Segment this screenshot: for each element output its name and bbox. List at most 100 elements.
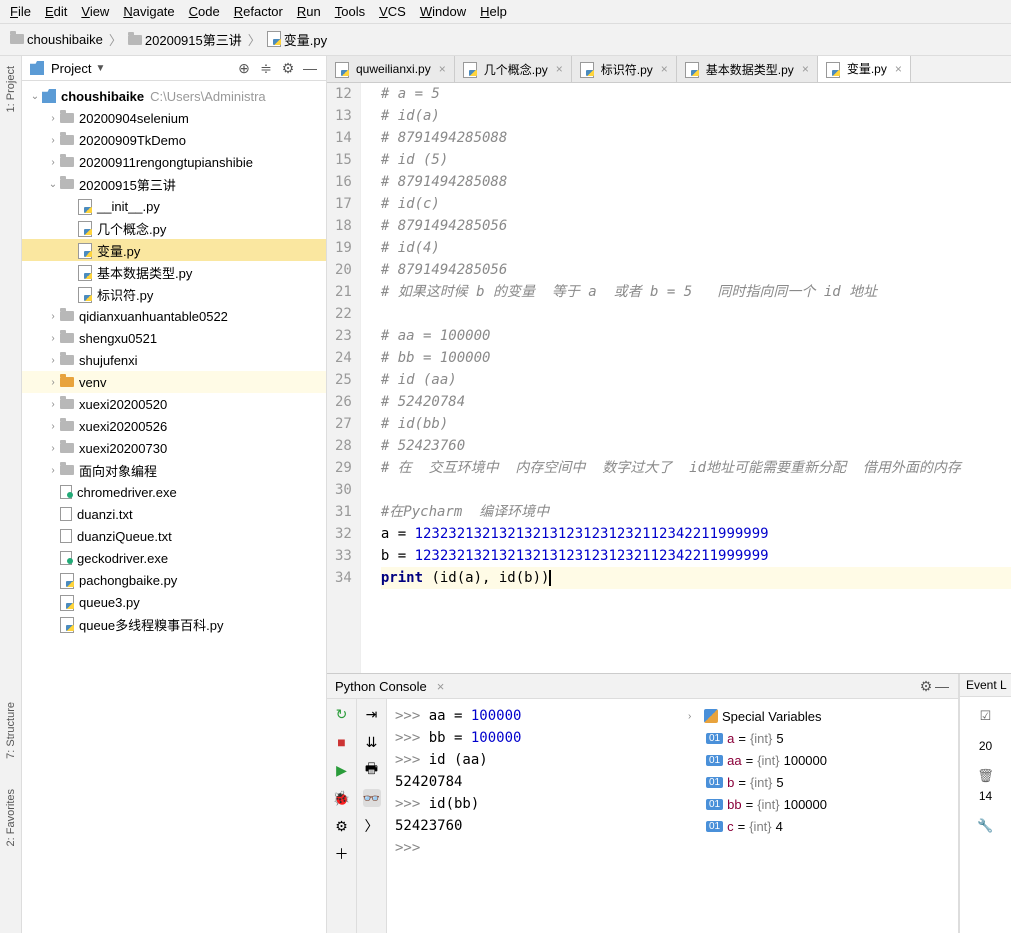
- code-line[interactable]: b = 123232132132132131231231232112342211…: [381, 545, 1011, 567]
- code-line[interactable]: # id (aa): [381, 369, 1011, 391]
- code-line[interactable]: # bb = 100000: [381, 347, 1011, 369]
- sidebar-tab-favorites[interactable]: 2: Favorites: [5, 789, 17, 846]
- wrap-icon[interactable]: ⇥: [363, 705, 381, 723]
- editor-tab[interactable]: quweilianxi.py×: [327, 56, 455, 82]
- trash-icon[interactable]: 🗑: [977, 767, 995, 785]
- tree-item[interactable]: 基本数据类型.py: [22, 261, 326, 283]
- tree-item[interactable]: ›20200904selenium: [22, 107, 326, 129]
- menu-vcs[interactable]: VCS: [379, 4, 406, 19]
- code-line[interactable]: # 8791494285088: [381, 127, 1011, 149]
- variable-row[interactable]: 01 aa = {int} 100000: [682, 749, 954, 771]
- tree-item[interactable]: 标识符.py: [22, 283, 326, 305]
- menu-view[interactable]: View: [81, 4, 109, 19]
- menu-code[interactable]: Code: [189, 4, 220, 19]
- history-icon[interactable]: 〉: [363, 817, 381, 835]
- close-icon[interactable]: ×: [895, 62, 902, 76]
- variable-row[interactable]: 01 b = {int} 5: [682, 771, 954, 793]
- code-line[interactable]: # aa = 100000: [381, 325, 1011, 347]
- menu-edit[interactable]: Edit: [45, 4, 67, 19]
- variable-row[interactable]: 01 c = {int} 4: [682, 815, 954, 837]
- code-line[interactable]: [381, 303, 1011, 325]
- tree-item[interactable]: ⌄choushibaikeC:\Users\Administra: [22, 85, 326, 107]
- close-icon[interactable]: ×: [802, 62, 809, 76]
- code-line[interactable]: # id(c): [381, 193, 1011, 215]
- tree-item[interactable]: duanzi.txt: [22, 503, 326, 525]
- breadcrumb-file[interactable]: 变量.py: [267, 30, 327, 49]
- tree-item[interactable]: __init__.py: [22, 195, 326, 217]
- hide-icon[interactable]: —: [934, 678, 950, 694]
- glasses-icon[interactable]: 👓: [363, 789, 381, 807]
- wrench-icon[interactable]: 🔧: [977, 817, 995, 835]
- hide-icon[interactable]: —: [302, 60, 318, 76]
- tree-item[interactable]: ›20200911rengongtupianshibie: [22, 151, 326, 173]
- breadcrumb-folder[interactable]: 20200915第三讲: [128, 30, 242, 49]
- menu-navigate[interactable]: Navigate: [123, 4, 174, 19]
- menu-run[interactable]: Run: [297, 4, 321, 19]
- tree-item[interactable]: ›shengxu0521: [22, 327, 326, 349]
- tree-item[interactable]: ›shujufenxi: [22, 349, 326, 371]
- code-line[interactable]: [381, 479, 1011, 501]
- settings-icon[interactable]: ⚙: [333, 817, 351, 835]
- console-line[interactable]: 52423760: [395, 815, 670, 837]
- code-line[interactable]: print (id(a), id(b)): [381, 567, 1011, 589]
- scroll-icon[interactable]: ⇊: [363, 733, 381, 751]
- tree-item[interactable]: ›xuexi20200520: [22, 393, 326, 415]
- tree-item[interactable]: 变量.py: [22, 239, 326, 261]
- code-line[interactable]: # id(a): [381, 105, 1011, 127]
- variable-row[interactable]: 01 bb = {int} 100000: [682, 793, 954, 815]
- run-icon[interactable]: ▶: [333, 761, 351, 779]
- menu-help[interactable]: Help: [480, 4, 507, 19]
- project-panel-title[interactable]: Project: [51, 61, 91, 76]
- console-line[interactable]: 52420784: [395, 771, 670, 793]
- menu-tools[interactable]: Tools: [335, 4, 365, 19]
- rerun-icon[interactable]: ↻: [333, 705, 351, 723]
- tree-item[interactable]: ›xuexi20200730: [22, 437, 326, 459]
- check-icon[interactable]: ☑: [977, 707, 995, 725]
- code-line[interactable]: # 8791494285088: [381, 171, 1011, 193]
- sidebar-tab-structure[interactable]: 7: Structure: [5, 702, 17, 759]
- tree-item[interactable]: ›qidianxuanhuantable0522: [22, 305, 326, 327]
- console-output[interactable]: >>> aa = 100000>>> bb = 100000>>> id (aa…: [387, 699, 678, 933]
- editor-tab[interactable]: 基本数据类型.py×: [677, 56, 818, 82]
- code-line[interactable]: # 52423760: [381, 435, 1011, 457]
- menu-window[interactable]: Window: [420, 4, 466, 19]
- add-icon[interactable]: ＋: [333, 845, 351, 863]
- tree-item[interactable]: 几个概念.py: [22, 217, 326, 239]
- code-line[interactable]: # 8791494285056: [381, 215, 1011, 237]
- console-line[interactable]: >>> id(bb): [395, 793, 670, 815]
- project-tree[interactable]: ⌄choushibaikeC:\Users\Administra›2020090…: [22, 81, 326, 933]
- code-line[interactable]: # id(4): [381, 237, 1011, 259]
- chevron-down-icon[interactable]: ▼: [95, 63, 105, 74]
- special-variables-header[interactable]: ›Special Variables: [682, 705, 954, 727]
- console-title[interactable]: Python Console: [335, 679, 427, 694]
- debug-icon[interactable]: 🐞: [333, 789, 351, 807]
- tree-item[interactable]: queue3.py: [22, 591, 326, 613]
- gear-icon[interactable]: ⚙: [918, 678, 934, 694]
- tree-item[interactable]: chromedriver.exe: [22, 481, 326, 503]
- close-icon[interactable]: ×: [661, 62, 668, 76]
- stop-icon[interactable]: ■: [333, 733, 351, 751]
- code-line[interactable]: # id(bb): [381, 413, 1011, 435]
- close-icon[interactable]: ×: [556, 62, 563, 76]
- locate-icon[interactable]: ⊕: [236, 60, 252, 76]
- code-line[interactable]: # id (5): [381, 149, 1011, 171]
- gear-icon[interactable]: ⚙: [280, 60, 296, 76]
- code-line[interactable]: # a = 5: [381, 83, 1011, 105]
- editor-tab[interactable]: 变量.py×: [818, 56, 911, 83]
- breadcrumb-root[interactable]: choushibaike: [10, 32, 103, 47]
- tree-item[interactable]: ›20200909TkDemo: [22, 129, 326, 151]
- console-line[interactable]: >>>: [395, 837, 670, 859]
- code-editor[interactable]: 1213141516171819202122232425262728293031…: [327, 83, 1011, 673]
- editor-tab[interactable]: 几个概念.py×: [455, 56, 572, 82]
- variable-row[interactable]: 01 a = {int} 5: [682, 727, 954, 749]
- menu-refactor[interactable]: Refactor: [234, 4, 283, 19]
- sidebar-tab-project[interactable]: 1: Project: [5, 66, 17, 112]
- menu-file[interactable]: File: [10, 4, 31, 19]
- print-icon[interactable]: 🖶: [363, 761, 381, 779]
- console-line[interactable]: >>> id (aa): [395, 749, 670, 771]
- close-icon[interactable]: ×: [439, 62, 446, 76]
- console-line[interactable]: >>> aa = 100000: [395, 705, 670, 727]
- editor-tab[interactable]: 标识符.py×: [572, 56, 677, 82]
- collapse-icon[interactable]: ≑: [258, 60, 274, 76]
- tree-item[interactable]: ⌄20200915第三讲: [22, 173, 326, 195]
